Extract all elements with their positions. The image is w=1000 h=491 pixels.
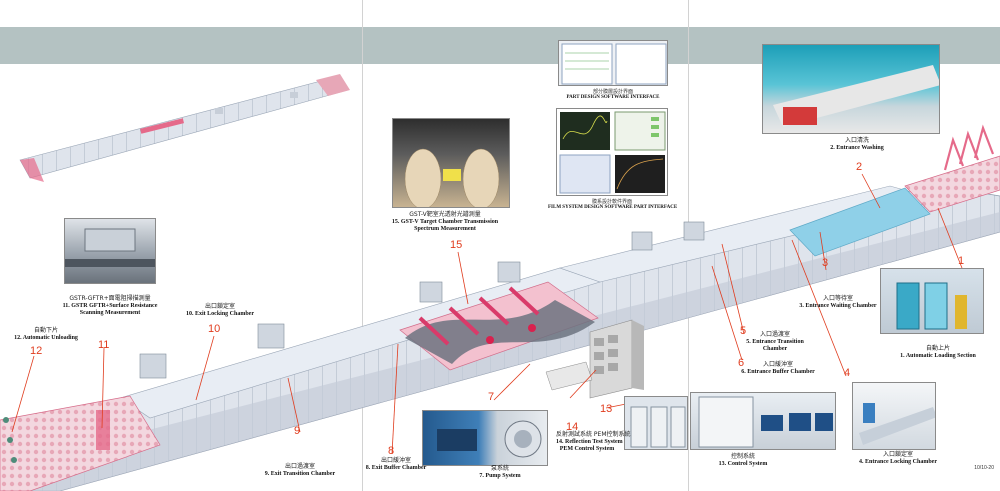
label-station-12: 自動下片 12. Automatic Unloading: [14, 327, 78, 341]
brochure-page: 自動上片 1. Automatic Loading Section 1 入口清洗…: [0, 0, 1000, 491]
label-station-13: 控制系統 13. Control System: [718, 453, 768, 467]
number-station-7: 7: [488, 391, 495, 403]
photo-software-film-system: [556, 108, 668, 196]
number-station-4: 4: [844, 367, 851, 379]
number-station-13: 13: [600, 403, 613, 415]
photo-entrance-washing: [762, 44, 940, 134]
photo-target-chamber: [392, 118, 510, 208]
number-station-15: 15: [450, 239, 463, 251]
photo-gstr-gftr: [64, 218, 156, 284]
caption-part-design-software: 部分膜層設計界面 PART DESIGN SOFTWARE INTERFACE: [566, 89, 660, 100]
number-station-12: 12: [30, 345, 43, 357]
number-station-11: 11: [98, 339, 110, 351]
photo-automatic-loading: [880, 268, 984, 334]
label-station-6: 入口緩沖室 6. Entrance Buffer Chamber: [741, 361, 815, 375]
number-station-9: 9: [294, 425, 301, 437]
photo-control-system: [690, 392, 836, 450]
photo-pump-system: [422, 410, 548, 466]
label-station-15: GST-V靶室光透射光譜測量 15. GST-V Target Chamber …: [391, 211, 499, 232]
label-station-14: 反射測試系統 PEM控制系統 14. Reflection Test Syste…: [556, 431, 631, 452]
photo-pem-control: [624, 396, 688, 450]
number-station-14: 14: [566, 421, 579, 433]
caption-film-system-software: 膜系設計軟件界面 FILM SYSTEM DESIGN SOFTWARE PAR…: [548, 199, 678, 210]
photo-entrance-locking: [852, 382, 936, 450]
label-station-5: 入口過渡室 5. Entrance Transition Chamber: [746, 331, 804, 352]
number-station-2: 2: [856, 161, 863, 173]
number-station-10: 10: [208, 323, 221, 335]
label-station-1: 自動上片 1. Automatic Loading Section: [900, 345, 976, 359]
overview-line: [19, 74, 350, 182]
label-station-10: 出口鎖定室 10. Exit Locking Chamber: [185, 303, 254, 317]
label-station-2: 入口清洗 2. Entrance Washing: [830, 137, 884, 151]
number-station-5: 5: [740, 325, 747, 337]
number-station-3: 3: [822, 257, 829, 269]
photo-software-part-design: [558, 40, 668, 86]
number-station-6: 6: [738, 357, 745, 369]
label-station-9: 出口過渡室 9. Exit Transition Chamber: [264, 463, 336, 477]
number-station-1: 1: [958, 255, 965, 267]
label-station-8: 出口緩沖室 8. Exit Buffer Chamber: [365, 457, 427, 471]
number-station-8: 8: [388, 445, 395, 457]
label-station-4: 入口鎖定室 4. Entrance Locking Chamber: [859, 451, 937, 465]
page-number: 10/10-20: [974, 465, 994, 471]
label-station-11: GSTR-GFTR+面電阻掃描測量 11. GSTR GFTR+Surface …: [62, 295, 158, 316]
label-station-7: 泵系統 7. Pump System: [479, 465, 521, 479]
label-station-3: 入口等待室 3. Entrance Waiting Chamber: [799, 295, 877, 309]
